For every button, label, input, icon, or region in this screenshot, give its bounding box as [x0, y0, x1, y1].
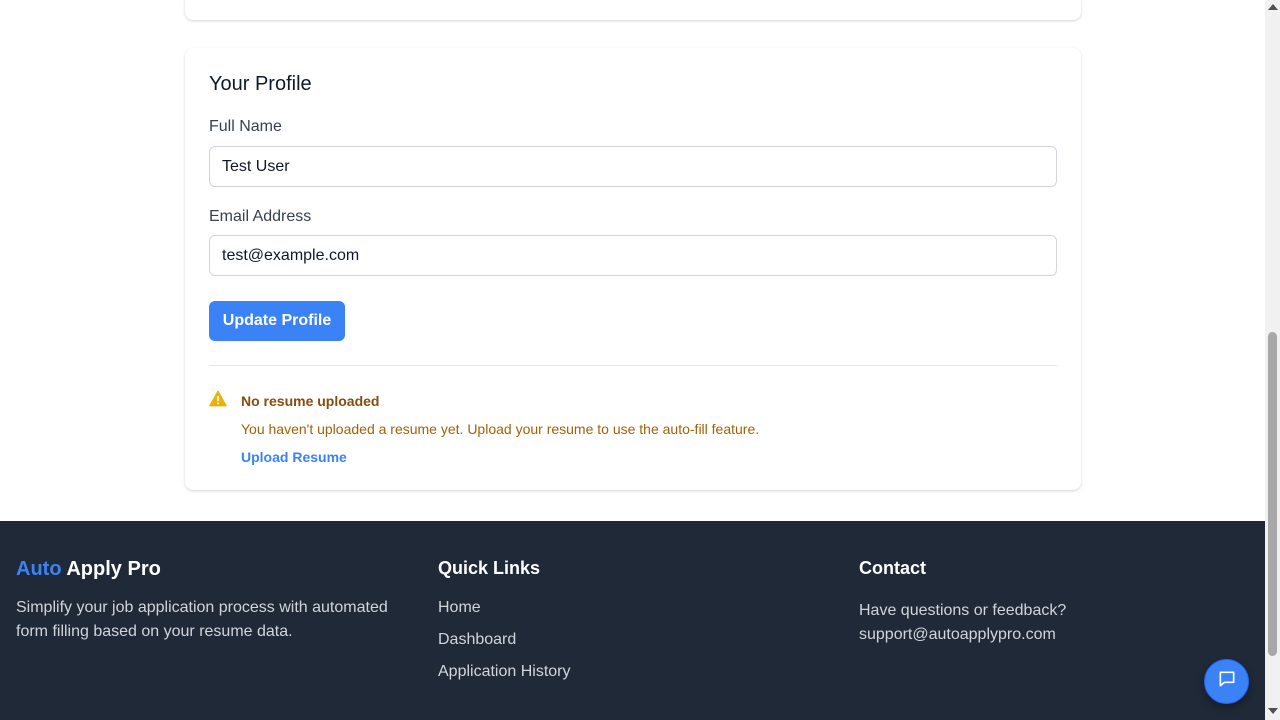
- contact-title: Contact: [859, 558, 926, 578]
- quick-links-list: Home Dashboard Application History: [438, 599, 571, 695]
- contact-email[interactable]: support@autoapplypro.com: [859, 623, 1066, 647]
- chat-bubble-icon: [1217, 669, 1237, 694]
- previous-card: [185, 0, 1081, 20]
- quick-links-title: Quick Links: [438, 558, 541, 578]
- contact-info: Have questions or feedback? support@auto…: [859, 599, 1066, 647]
- upload-resume-link[interactable]: Upload Resume: [241, 449, 347, 465]
- no-resume-alert: No resume uploaded You haven't uploaded …: [209, 390, 1057, 470]
- chat-button[interactable]: [1204, 659, 1249, 704]
- list-item: Dashboard: [438, 631, 571, 663]
- page-viewport: Your Profile Full Name Email Address Upd…: [0, 0, 1265, 720]
- footer-brand: Auto Apply Pro: [16, 558, 161, 581]
- scroll-up-arrow-icon[interactable]: [1268, 4, 1278, 10]
- section-divider: [209, 365, 1057, 366]
- scroll-thumb[interactable]: [1268, 332, 1277, 656]
- footer-link-home[interactable]: Home: [438, 599, 481, 616]
- email-label: Email Address: [209, 208, 312, 225]
- scroll-down-arrow-icon[interactable]: [1268, 708, 1278, 714]
- list-item: Home: [438, 599, 571, 631]
- full-name-label: Full Name: [209, 118, 282, 135]
- warning-icon: [209, 390, 227, 408]
- profile-card: Your Profile Full Name Email Address Upd…: [185, 48, 1081, 490]
- vertical-scrollbar[interactable]: [1265, 0, 1280, 720]
- site-footer: Auto Apply Pro Simplify your job applica…: [0, 521, 1265, 720]
- update-profile-button[interactable]: Update Profile: [209, 301, 345, 341]
- email-input[interactable]: [209, 235, 1057, 276]
- footer-link-application-history[interactable]: Application History: [438, 663, 571, 680]
- footer-description: Simplify your job application process wi…: [16, 599, 388, 640]
- profile-title: Your Profile: [209, 73, 312, 95]
- brand-accent: Auto: [16, 558, 62, 580]
- brand-rest: Apply Pro: [61, 558, 161, 580]
- footer-link-dashboard[interactable]: Dashboard: [438, 631, 516, 648]
- full-name-input[interactable]: [209, 146, 1057, 187]
- alert-title: No resume uploaded: [241, 393, 380, 409]
- contact-question: Have questions or feedback?: [859, 602, 1067, 619]
- list-item: Application History: [438, 663, 571, 695]
- alert-message: You haven't uploaded a resume yet. Uploa…: [241, 421, 760, 437]
